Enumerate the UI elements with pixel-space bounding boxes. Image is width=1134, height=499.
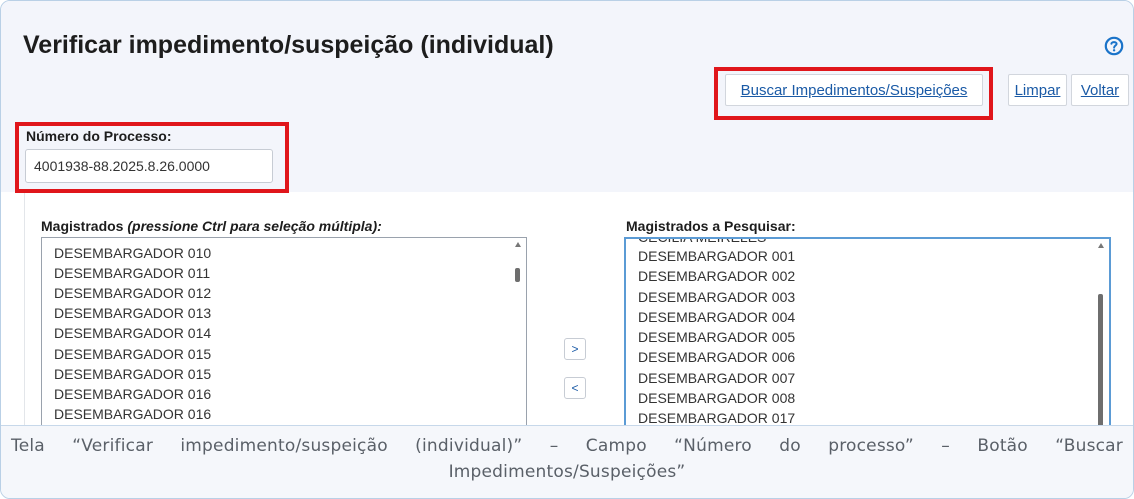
scroll-up-arrow-icon[interactable] <box>1098 243 1104 248</box>
add-magistrado-button[interactable]: > <box>564 338 586 360</box>
list-item[interactable]: DESEMBARGADOR 013 <box>54 303 211 323</box>
remove-magistrado-button[interactable]: < <box>564 377 586 399</box>
list-item[interactable]: DESEMBARGADOR 010 <box>54 243 211 263</box>
question-circle-icon[interactable] <box>1104 36 1124 56</box>
processo-label: Número do Processo: <box>26 128 172 144</box>
buscar-impedimentos-button[interactable]: Buscar Impedimentos/Suspeições <box>725 74 983 106</box>
list-item[interactable]: DESEMBARGADOR 006 <box>638 347 795 367</box>
list-item[interactable]: DESEMBARGADOR 002 <box>638 266 795 286</box>
list-item[interactable]: DESEMBARGADOR 008 <box>638 388 795 408</box>
list-item[interactable]: DESEMBARGADOR 011 <box>54 263 210 283</box>
magistrados-label-main: Magistrados <box>41 218 124 234</box>
list-item[interactable]: DESEMBARGADOR 015 <box>54 364 211 384</box>
magistrados-listbox[interactable]: DESEMBARGADOR 010 DESEMBARGADOR 011 DESE… <box>41 237 527 437</box>
voltar-button[interactable]: Voltar <box>1071 74 1129 106</box>
list-item[interactable]: DESEMBARGADOR 004 <box>638 307 795 327</box>
magistrados-a-pesquisar-listbox[interactable]: CECILIA MEIRELES DESEMBARGADOR 001 DESEM… <box>624 237 1111 437</box>
scrollbar-thumb[interactable] <box>1098 294 1103 434</box>
list-item[interactable]: DESEMBARGADOR 014 <box>54 323 211 343</box>
scroll-up-arrow-icon[interactable] <box>515 242 521 247</box>
list-item[interactable]: DESEMBARGADOR 016 <box>54 404 211 424</box>
screenshot-frame: Verificar impedimento/suspeição (individ… <box>0 0 1134 499</box>
magistrados-label-hint: (pressione Ctrl para seleção múltipla): <box>127 218 382 234</box>
list-item[interactable]: DESEMBARGADOR 005 <box>638 327 795 347</box>
limpar-button[interactable]: Limpar <box>1008 74 1067 106</box>
list-item[interactable]: DESEMBARGADOR 007 <box>638 368 795 388</box>
list-item[interactable]: DESEMBARGADOR 001 <box>638 246 795 266</box>
list-item[interactable]: DESEMBARGADOR 016 <box>54 384 211 404</box>
page-title: Verificar impedimento/suspeição (individ… <box>23 31 554 59</box>
figure-caption: Tela “Verificar impedimento/suspeição (i… <box>11 436 1123 482</box>
list-item[interactable]: DESEMBARGADOR 012 <box>54 283 211 303</box>
magistrados-label: Magistrados (pressione Ctrl para seleção… <box>41 218 382 234</box>
scrollbar-thumb[interactable] <box>515 268 520 282</box>
list-item[interactable]: DESEMBARGADOR 003 <box>638 287 795 307</box>
list-item[interactable]: DESEMBARGADOR 015 <box>54 344 211 364</box>
pesquisar-label: Magistrados a Pesquisar: <box>626 218 796 234</box>
numero-processo-input[interactable] <box>25 149 273 183</box>
